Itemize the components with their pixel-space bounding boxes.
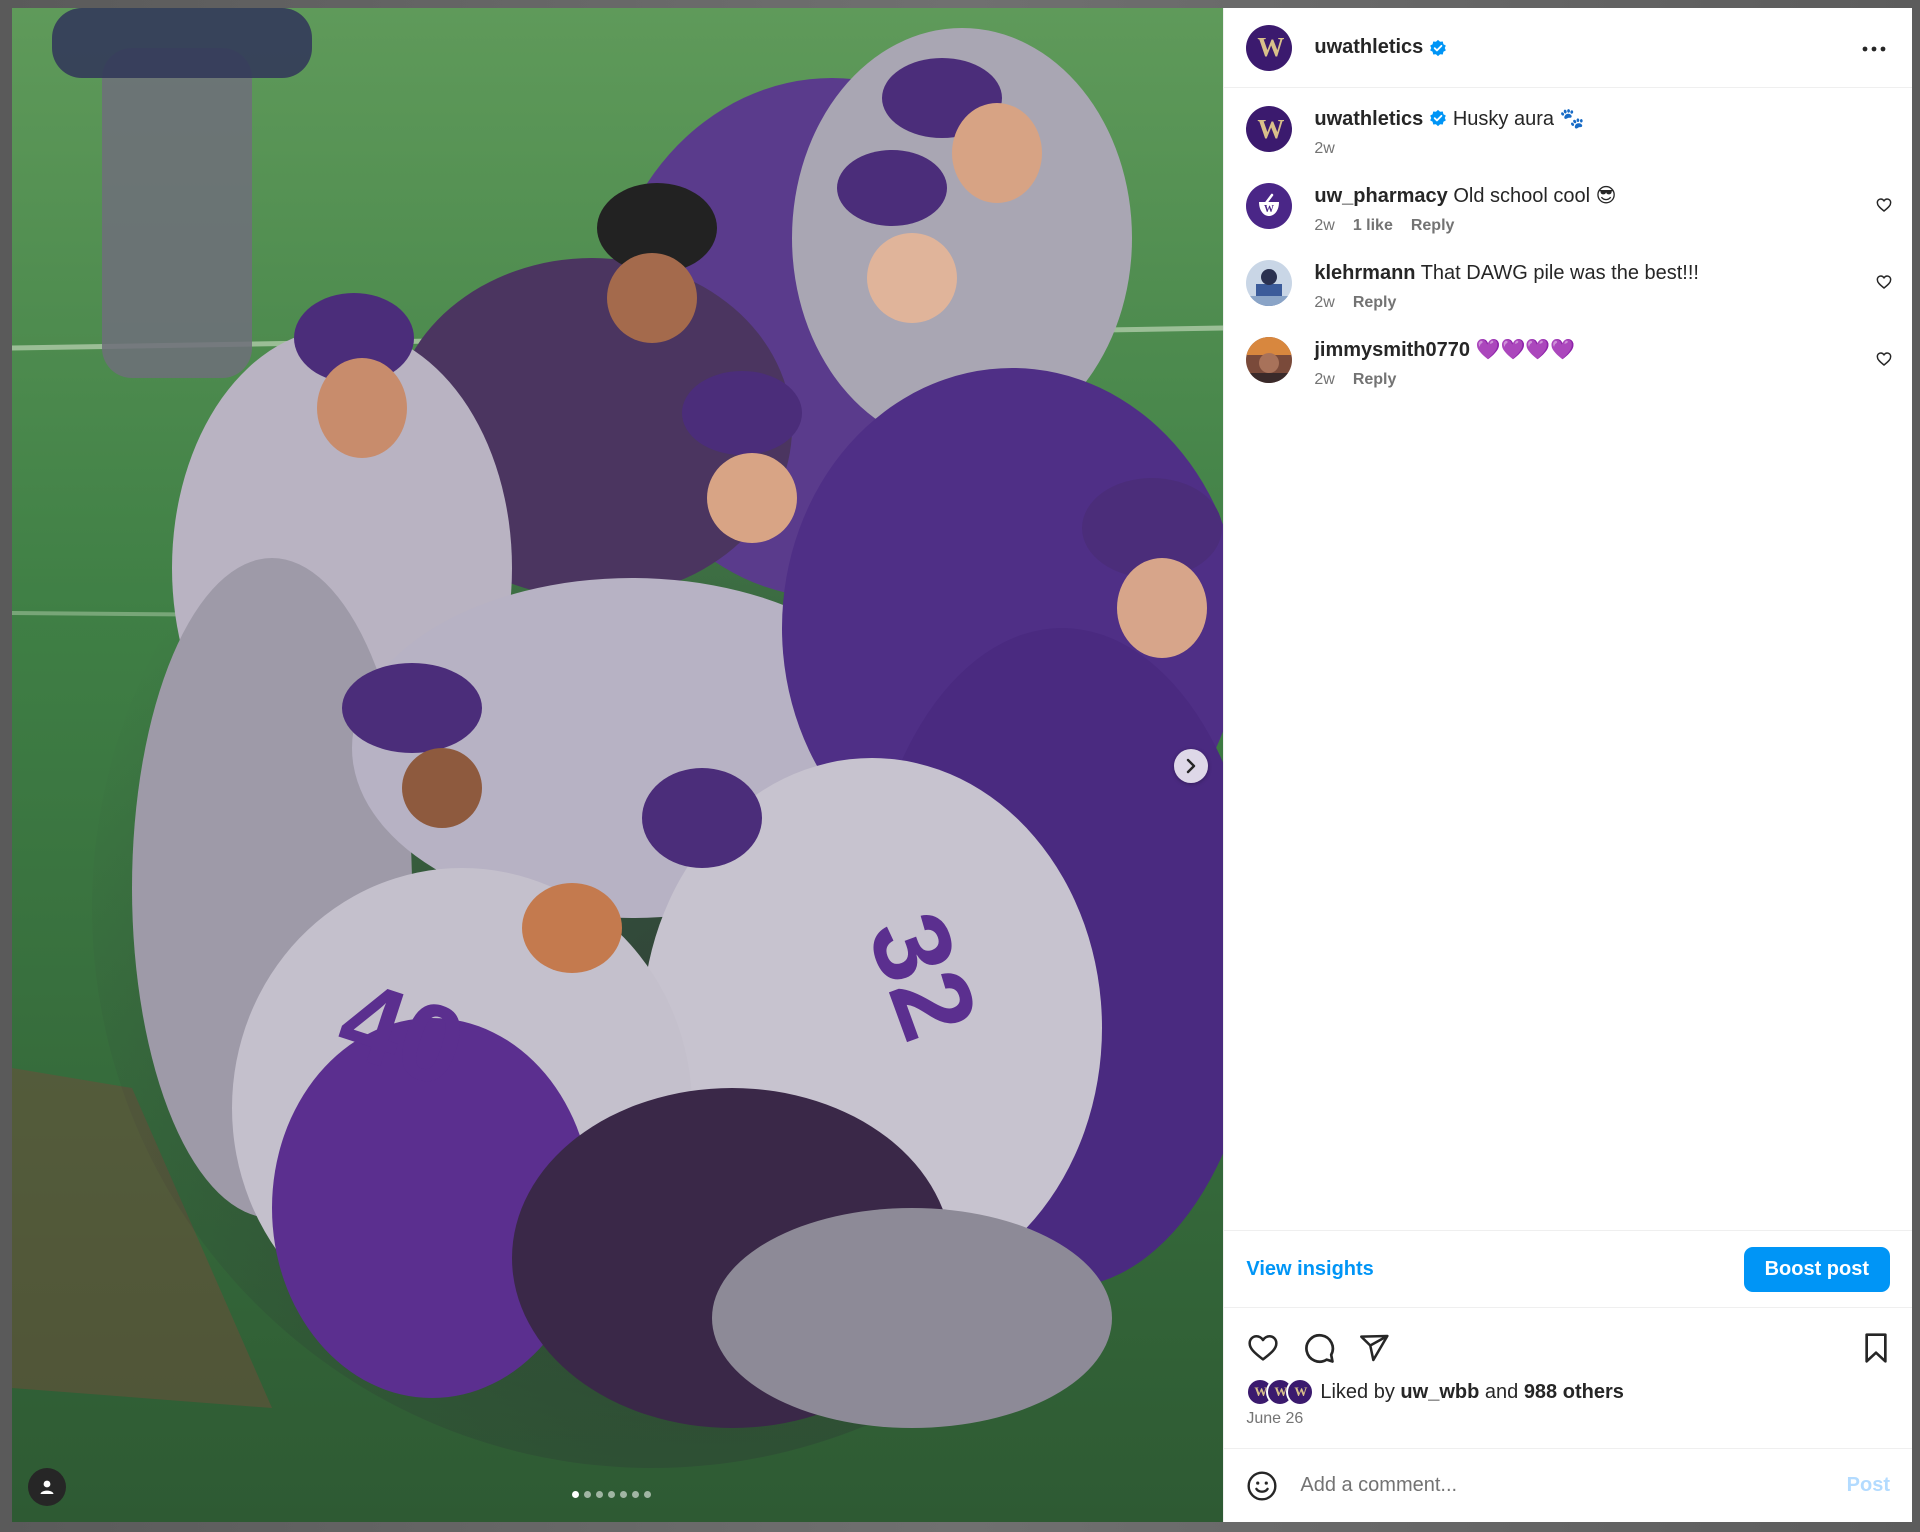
carousel-next-button[interactable] [1174,749,1208,783]
heart-outline-icon [1876,352,1892,366]
send-icon [1360,1334,1389,1362]
commenter-avatar[interactable] [1246,337,1293,383]
boost-post-button[interactable]: Boost post [1743,1246,1890,1292]
comment-time: 2w [1314,294,1335,311]
carousel-dot [572,1491,579,1498]
liker-avatars[interactable]: W W W [1246,1378,1315,1406]
more-horizontal-icon [1862,46,1886,51]
pharmacy-logo-icon: W [1259,193,1280,216]
post-info-panel: W uwathletics W uwathletics Husky aura 🐾… [1223,8,1912,1522]
comment-row: W uw_pharmacy Old school cool 😎 2w 1 lik… [1246,183,1892,235]
comment-row: klehrmann That DAWG pile was the best!!!… [1246,260,1892,312]
post-comment-button[interactable]: Post [1847,1474,1890,1497]
caption-avatar[interactable]: W [1246,106,1293,152]
verified-badge-icon [1430,39,1447,56]
post-date: June 26 [1246,1410,1304,1427]
verified-badge-icon [1430,109,1447,127]
comment-time: 2w [1314,371,1335,388]
heart-icon [1248,1335,1278,1361]
like-comment-button[interactable] [1876,197,1892,218]
comment-input[interactable] [1298,1473,1847,1498]
post-media[interactable]: 40 32 [12,8,1224,1522]
comment-time: 2w [1314,217,1335,234]
caption-row: W uwathletics Husky aura 🐾 2w [1246,106,1892,158]
comment-username[interactable]: uw_pharmacy [1314,185,1447,207]
carousel-indicator [572,1491,651,1498]
comment-text: Old school cool 😎 [1453,185,1617,207]
post-header: W uwathletics [1224,8,1912,88]
carousel-dot [584,1491,591,1498]
likes-joiner: and [1484,1380,1519,1403]
like-comment-button[interactable] [1876,274,1892,295]
insights-bar: View insights Boost post [1224,1230,1912,1308]
carousel-dot [596,1491,603,1498]
caption-text: Husky aura 🐾 [1452,108,1585,130]
heart-outline-icon [1876,198,1892,212]
like-comment-button[interactable] [1876,351,1892,372]
reply-button[interactable]: Reply [1411,217,1455,235]
liker-avatar: W [1286,1378,1315,1406]
view-insights-link[interactable]: View insights [1246,1258,1373,1281]
post-photo: 40 32 [12,8,1224,1522]
reply-button[interactable]: Reply [1353,294,1397,312]
post-modal: 40 32 W uwathletics W uwathletics Husky … [12,8,1912,1522]
carousel-dot [632,1491,639,1498]
comment-text: 💜💜💜💜 [1475,339,1576,361]
likes-prefix: Liked by [1320,1380,1395,1403]
author-avatar[interactable]: W [1246,24,1293,71]
comment-icon [1305,1333,1335,1363]
commenter-avatar[interactable]: W [1246,183,1293,229]
author-username[interactable]: uwathletics [1314,36,1423,59]
heart-outline-icon [1876,275,1892,289]
carousel-dot [644,1491,651,1498]
likes-others-link[interactable]: 988 others [1524,1381,1624,1404]
carousel-dot [620,1491,627,1498]
comment-button[interactable] [1302,1331,1336,1365]
likes-summary: W W W Liked by uw_wbb and 988 others [1224,1378,1912,1406]
carousel-dot [608,1491,615,1498]
user-photo-avatar [1246,337,1293,383]
chevron-right-icon [1186,758,1196,774]
svg-text:W: W [1264,204,1274,215]
person-icon [40,1480,54,1494]
like-button[interactable] [1246,1332,1280,1364]
commenter-avatar[interactable] [1246,260,1293,306]
comments-list[interactable]: W uwathletics Husky aura 🐾 2w W uw_pharm… [1224,88,1912,1230]
caption-time: 2w [1314,140,1335,157]
share-button[interactable] [1358,1332,1390,1364]
bookmark-icon [1865,1333,1887,1363]
tagged-users-button[interactable] [28,1468,66,1506]
emoji-icon [1247,1470,1277,1501]
caption-username[interactable]: uwathletics [1314,108,1423,130]
add-comment-bar: Post [1224,1448,1912,1522]
emoji-button[interactable] [1246,1470,1278,1502]
liker-username[interactable]: uw_wbb [1400,1381,1479,1404]
comment-row: jimmysmith0770 💜💜💜💜 2w Reply [1246,337,1892,389]
user-photo-avatar [1246,260,1293,306]
comment-username[interactable]: jimmysmith0770 [1314,339,1470,361]
comment-likes[interactable]: 1 like [1353,217,1393,235]
more-options-button[interactable] [1856,33,1892,63]
comment-username[interactable]: klehrmann [1314,262,1415,284]
comment-text: That DAWG pile was the best!!! [1420,262,1699,284]
save-button[interactable] [1862,1332,1890,1364]
reply-button[interactable]: Reply [1353,371,1397,389]
post-actions [1224,1318,1912,1378]
